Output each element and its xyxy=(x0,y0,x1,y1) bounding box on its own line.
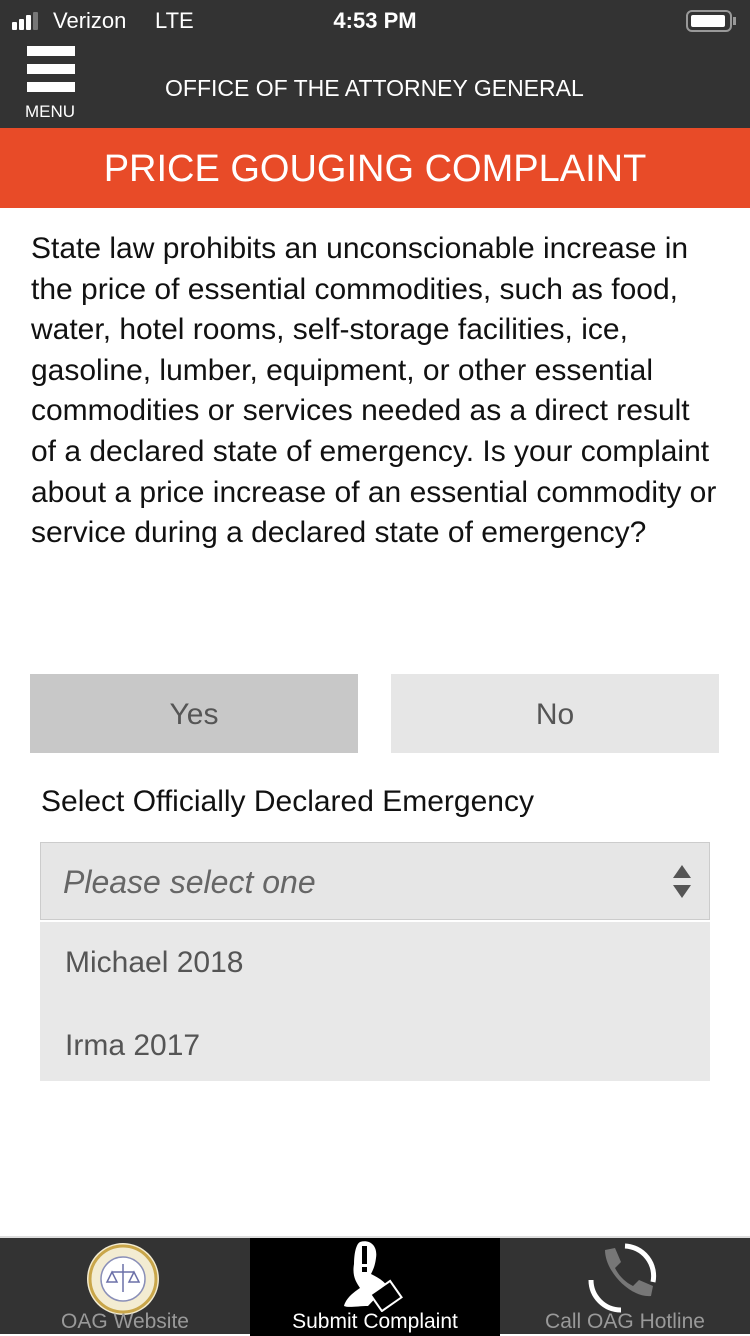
tab-call-hotline[interactable]: Call OAG Hotline xyxy=(500,1238,750,1336)
tab-label: Call OAG Hotline xyxy=(545,1310,705,1333)
battery-icon xyxy=(686,10,736,32)
menu-label: MENU xyxy=(25,102,76,121)
emergency-options: Michael 2018 Irma 2017 xyxy=(40,922,710,1081)
status-bar: Verizon LTE 4:53 PM xyxy=(0,0,750,40)
bottom-tab-bar: OAG Website Submit Complaint Call OAG Ho… xyxy=(0,1236,750,1336)
page-title: PRICE GOUGING COMPLAINT xyxy=(0,128,750,208)
emergency-select[interactable]: Please select one xyxy=(40,842,710,920)
emergency-label: Select Officially Declared Emergency xyxy=(41,785,534,818)
select-arrows-icon xyxy=(673,865,691,898)
tab-label: Submit Complaint xyxy=(292,1310,458,1333)
yes-button[interactable]: Yes xyxy=(30,674,358,753)
tab-label: OAG Website xyxy=(61,1310,189,1333)
intro-text: State law prohibits an unconscionable in… xyxy=(31,232,717,550)
tab-oag-website[interactable]: OAG Website xyxy=(0,1238,250,1336)
option-michael-2018[interactable]: Michael 2018 xyxy=(65,946,243,980)
app-header: MENU OFFICE OF THE ATTORNEY GENERAL xyxy=(0,40,750,128)
complaint-icon xyxy=(344,1241,403,1312)
clock: 4:53 PM xyxy=(333,8,417,33)
tab-submit-complaint[interactable]: Submit Complaint xyxy=(250,1238,500,1336)
app-title: OFFICE OF THE ATTORNEY GENERAL xyxy=(165,75,584,101)
no-button[interactable]: No xyxy=(391,674,719,753)
phone-icon xyxy=(588,1243,657,1313)
seal-icon xyxy=(87,1243,159,1315)
menu-button[interactable]: MENU xyxy=(15,44,77,122)
option-irma-2017[interactable]: Irma 2017 xyxy=(65,1029,200,1063)
select-placeholder: Please select one xyxy=(63,864,316,900)
hamburger-icon xyxy=(27,46,75,56)
